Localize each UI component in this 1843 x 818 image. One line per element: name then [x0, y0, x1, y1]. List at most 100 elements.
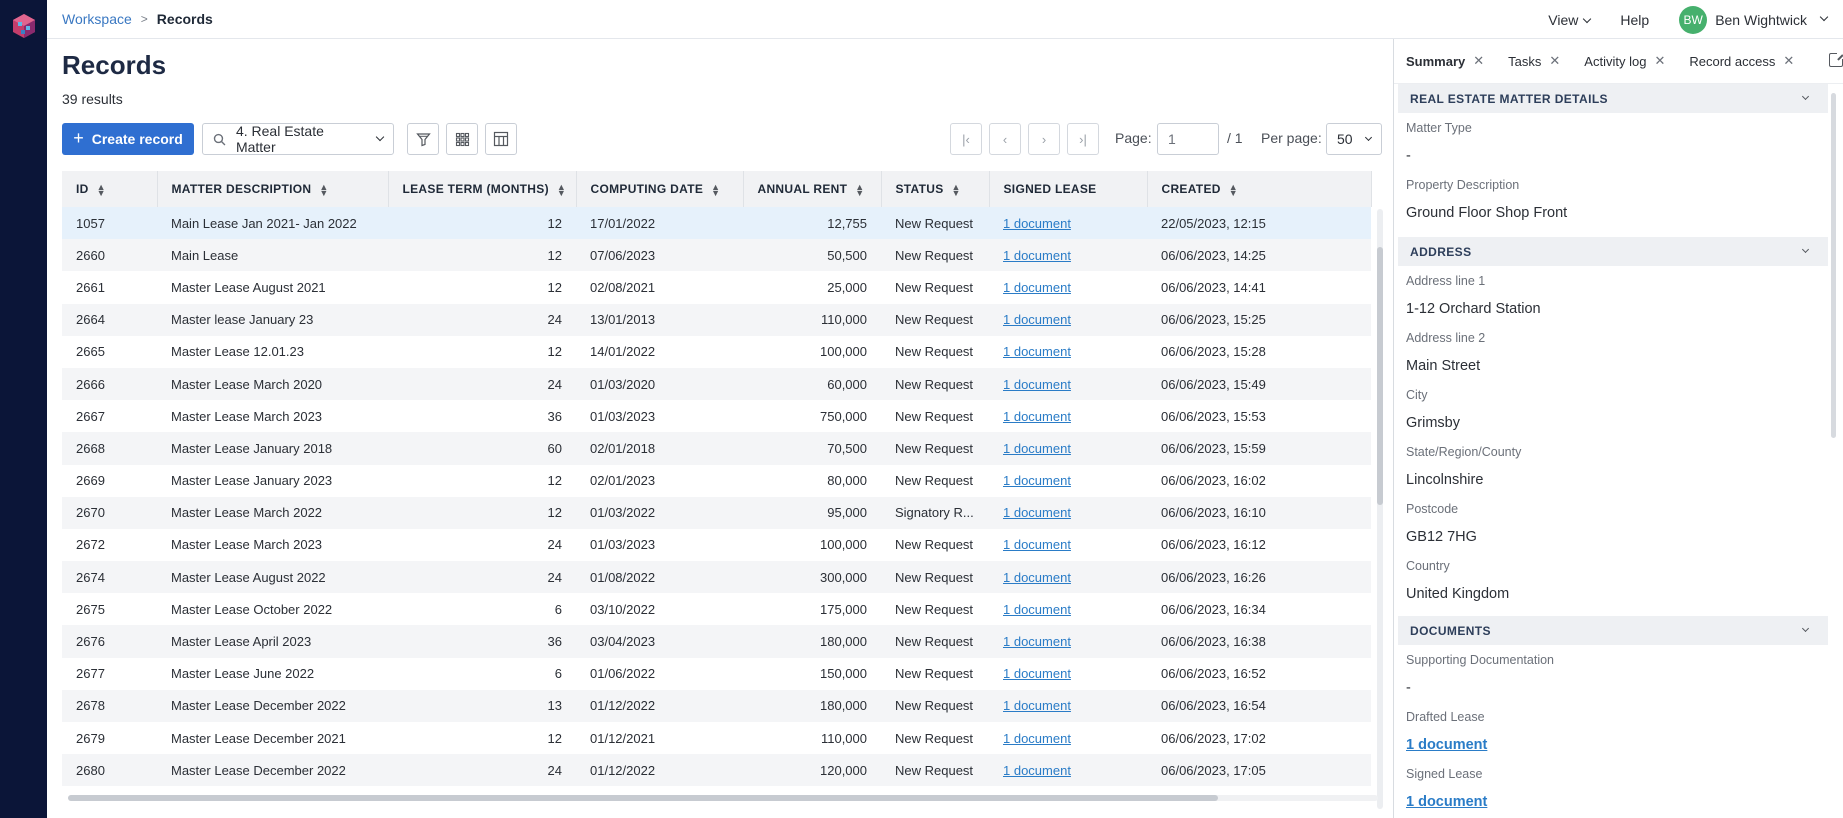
panel-scrollbar[interactable] [1831, 93, 1836, 438]
table-row[interactable]: 2660 Main Lease 12 07/06/2023 50,500 New Requ… [62, 239, 1371, 272]
section-header[interactable]: DOCUMENTS [1398, 616, 1828, 645]
create-record-button[interactable]: + Create record [62, 123, 194, 155]
table-cell: 2674 [62, 561, 157, 594]
table-row[interactable]: 2680 Master Lease December 2022 24 01/12/20… [62, 754, 1371, 787]
signed-lease-link[interactable]: 1 document [1003, 248, 1071, 263]
table-cell: Master Lease December 2022 [157, 689, 388, 722]
column-header[interactable]: CREATED ▲ ▼ [1147, 171, 1372, 207]
sort-icon[interactable]: ▲ ▼ [952, 182, 961, 197]
filter-button[interactable] [407, 123, 439, 155]
table-row[interactable]: 2667 Master Lease March 2023 36 01/03/2023 7… [62, 400, 1371, 432]
sort-icon[interactable]: ▲ ▼ [557, 182, 566, 197]
signed-lease-link[interactable]: 1 document [1003, 473, 1071, 488]
signed-lease-link[interactable]: 1 document [1003, 216, 1071, 231]
table-row[interactable]: 2661 Master Lease August 2021 12 02/08/2021… [62, 271, 1371, 303]
column-header[interactable]: ANNUAL RENT ▲ ▼ [743, 171, 882, 207]
table-row[interactable]: 2678 Master Lease December 2022 13 01/12/20… [62, 689, 1371, 722]
signed-lease-link[interactable]: 1 document [1003, 602, 1071, 617]
tab-tasks[interactable]: Tasks ✕ [1508, 39, 1572, 84]
next-page-button[interactable]: › [1028, 123, 1060, 155]
table-cell: 2677 [76, 666, 105, 682]
column-header[interactable]: COMPUTING DATE ▲ ▼ [576, 171, 744, 207]
table-row[interactable]: 2675 Master Lease October 2022 6 03/10/2022… [62, 593, 1371, 625]
table-vertical-scrollbar[interactable] [1377, 209, 1383, 809]
columns-settings-icon [493, 131, 509, 147]
table-row[interactable]: 2670 Master Lease March 2022 12 01/03/2022 9… [62, 496, 1371, 529]
tab-summary[interactable]: Summary ✕ [1406, 39, 1496, 84]
signed-lease-link[interactable]: 1 document [1003, 731, 1071, 746]
chevron-down-icon[interactable] [1801, 624, 1810, 633]
signed-lease-link[interactable]: 1 document [1003, 763, 1071, 778]
table-row[interactable]: 2668 Master Lease January 2018 60 02/01/201… [62, 432, 1371, 465]
app-logo-icon[interactable] [10, 12, 38, 40]
grid-view-button[interactable] [446, 123, 478, 155]
table-row[interactable]: 2672 Master Lease March 2023 24 01/03/2023 1… [62, 529, 1371, 561]
table-cell: Master Lease March 2023 [171, 537, 323, 553]
table-row[interactable]: 2679 Master Lease December 2021 12 01/12/20… [62, 722, 1371, 754]
chevron-down-icon[interactable] [1801, 245, 1810, 254]
signed-lease-link[interactable]: 1 document [1003, 344, 1071, 359]
close-icon[interactable]: ✕ [1783, 53, 1794, 69]
table-cell: 2660 [62, 239, 157, 272]
table-cell: New Request [881, 754, 989, 787]
document-link[interactable]: 1 document [1406, 737, 1487, 753]
sort-icon[interactable]: ▲ ▼ [855, 182, 864, 197]
scrollbar-thumb[interactable] [1377, 247, 1383, 505]
signed-lease-link[interactable]: 1 document [1003, 698, 1071, 713]
section-fields: Supporting Documentation - Drafted Lease 1 … [1398, 646, 1828, 818]
signed-lease-link[interactable]: 1 document [1003, 312, 1071, 327]
matter-type-select[interactable]: 4. Real Estate Matter [202, 123, 394, 155]
signed-lease-link[interactable]: 1 document [1003, 666, 1071, 681]
table-row[interactable]: 2669 Master Lease January 2023 12 02/01/202… [62, 465, 1371, 497]
tab-record-access[interactable]: Record access ✕ [1689, 39, 1806, 84]
table-row[interactable]: 2665 Master Lease 12.01.23 12 14/01/2022 100… [62, 336, 1371, 368]
sort-icon[interactable]: ▲ ▼ [711, 182, 720, 197]
sort-icon[interactable]: ▲ ▼ [97, 182, 106, 197]
signed-lease-link[interactable]: 1 document [1003, 280, 1071, 295]
help-link[interactable]: Help [1620, 12, 1649, 28]
signed-lease-link[interactable]: 1 document [1003, 409, 1071, 424]
table-cell: 06/06/2023, 15:28 [1161, 344, 1266, 360]
signed-lease-link[interactable]: 1 document [1003, 377, 1071, 392]
last-page-button[interactable]: ›| [1067, 123, 1099, 155]
user-menu[interactable]: BW Ben Wightwick [1679, 6, 1827, 34]
open-external-icon[interactable] [1829, 52, 1843, 67]
chevron-down-icon[interactable] [1801, 92, 1810, 101]
column-header[interactable]: STATUS ▲ ▼ [881, 171, 990, 207]
results-count: 39 results [62, 91, 123, 107]
table-row[interactable]: 2676 Master Lease April 2023 36 03/04/2023 1… [62, 625, 1371, 658]
signed-lease-link[interactable]: 1 document [1003, 537, 1071, 552]
table-row[interactable]: 2677 Master Lease June 2022 6 01/06/2022 150… [62, 658, 1371, 690]
tab-activity-log[interactable]: Activity log ✕ [1584, 39, 1677, 84]
signed-lease-link[interactable]: 1 document [1003, 570, 1071, 585]
per-page-select[interactable]: 50 [1326, 123, 1382, 155]
column-header[interactable]: MATTER DESCRIPTION ▲ ▼ [157, 171, 389, 207]
close-icon[interactable]: ✕ [1654, 53, 1665, 69]
table-horizontal-scrollbar[interactable] [68, 795, 1378, 801]
breadcrumb-workspace-link[interactable]: Workspace [62, 11, 132, 27]
section-header[interactable]: REAL ESTATE MATTER DETAILS [1398, 84, 1828, 113]
prev-page-button[interactable]: ‹ [989, 123, 1021, 155]
document-link[interactable]: 1 document [1406, 794, 1487, 810]
close-icon[interactable]: ✕ [1473, 53, 1484, 69]
table-row[interactable]: 1057 Main Lease Jan 2021- Jan 2022 12 17/01… [62, 207, 1371, 240]
signed-lease-link[interactable]: 1 document [1003, 505, 1071, 520]
sort-icon[interactable]: ▲ ▼ [319, 182, 328, 197]
table-row[interactable]: 2664 Master lease January 23 24 13/01/2013 1… [62, 303, 1371, 336]
view-menu[interactable]: View [1548, 12, 1590, 28]
column-header[interactable]: SIGNED LEASE [989, 171, 1148, 207]
column-header[interactable]: LEASE TERM (MONTHS) ▲ ▼ [388, 171, 577, 207]
table-cell: New Request [895, 537, 974, 553]
signed-lease-link[interactable]: 1 document [1003, 441, 1071, 456]
page-number-input[interactable] [1157, 123, 1219, 155]
close-icon[interactable]: ✕ [1549, 53, 1560, 69]
first-page-button[interactable]: |‹ [950, 123, 982, 155]
signed-lease-link[interactable]: 1 document [1003, 634, 1071, 649]
table-row[interactable]: 2666 Master Lease March 2020 24 01/03/2020 6… [62, 367, 1371, 401]
sort-icon[interactable]: ▲ ▼ [1229, 182, 1238, 197]
table-row[interactable]: 2674 Master Lease August 2022 24 01/08/2022… [62, 561, 1371, 594]
columns-button[interactable] [485, 123, 517, 155]
column-header[interactable]: ID ▲ ▼ [62, 171, 158, 207]
section-header[interactable]: ADDRESS [1398, 237, 1828, 266]
scrollbar-thumb[interactable] [68, 795, 1218, 801]
